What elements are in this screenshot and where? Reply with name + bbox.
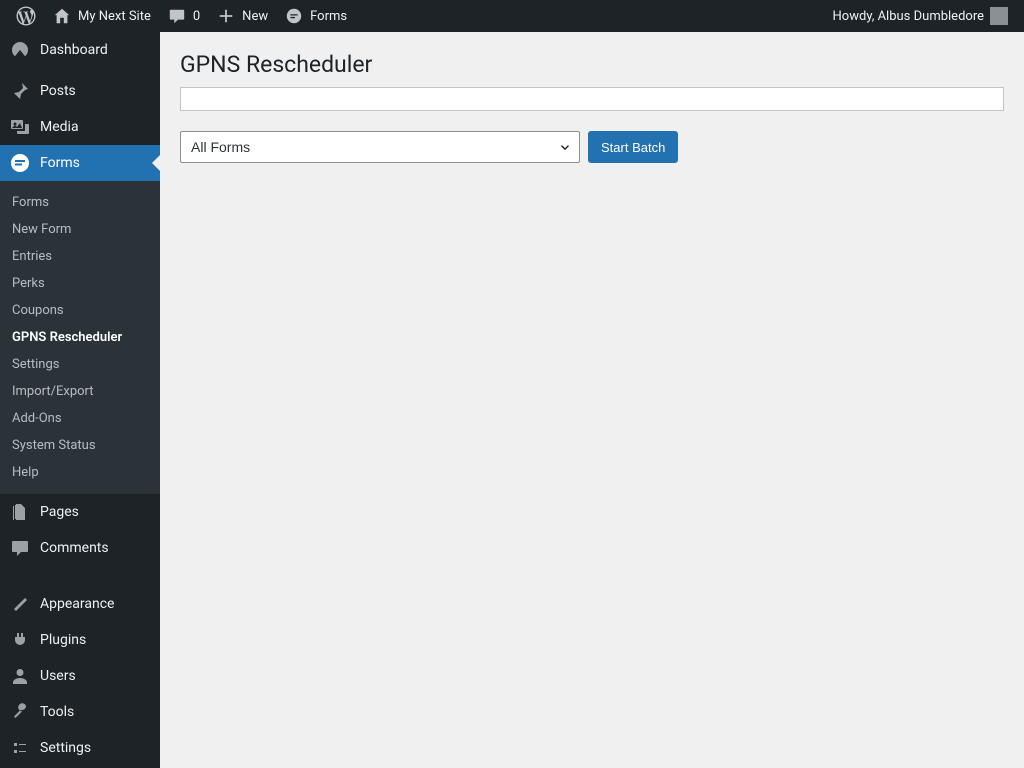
start-batch-button[interactable]: Start Batch [588, 131, 678, 163]
admin-sidebar: Dashboard Posts Media Forms Forms New Fo… [0, 32, 160, 768]
appearance-icon [10, 594, 30, 614]
menu-label: Tools [40, 704, 74, 720]
menu-label: Pages [40, 504, 79, 520]
menu-label: Forms [40, 155, 80, 171]
menu-settings[interactable]: Settings [0, 730, 160, 766]
page-title: GPNS Rescheduler [180, 42, 1004, 82]
form-select-wrap: All Forms [180, 131, 580, 163]
menu-label: Appearance [40, 596, 114, 612]
menu-forms[interactable]: Forms [0, 145, 160, 181]
menu-label: Comments [40, 540, 109, 556]
batch-controls: All Forms Start Batch [180, 131, 1004, 163]
submenu-gpns-rescheduler[interactable]: GPNS Rescheduler [0, 324, 160, 351]
menu-dashboard[interactable]: Dashboard [0, 32, 160, 68]
menu-label: Plugins [40, 632, 86, 648]
menu-posts[interactable]: Posts [0, 73, 160, 109]
wp-logo[interactable] [8, 0, 44, 32]
tools-icon [10, 702, 30, 722]
submenu-add-ons[interactable]: Add-Ons [0, 405, 160, 432]
submenu-settings[interactable]: Settings [0, 351, 160, 378]
menu-users[interactable]: Users [0, 658, 160, 694]
menu-label: Posts [40, 83, 76, 99]
form-select[interactable]: All Forms [180, 131, 580, 163]
plugin-icon [10, 630, 30, 650]
menu-appearance[interactable]: Appearance [0, 586, 160, 622]
settings-icon [10, 738, 30, 758]
submenu-forms[interactable]: Forms [0, 189, 160, 216]
avatar [990, 7, 1008, 25]
howdy-text: Howdy, Albus Dumbledore [833, 9, 984, 24]
menu-plugins[interactable]: Plugins [0, 622, 160, 658]
forms-toolbar-label: Forms [310, 9, 347, 24]
new-label: New [242, 9, 268, 24]
site-name-label: My Next Site [78, 9, 151, 24]
pin-icon [10, 81, 30, 101]
home-icon [52, 6, 72, 26]
user-icon [10, 666, 30, 686]
plus-icon [216, 6, 236, 26]
menu-label: Dashboard [40, 42, 108, 58]
forms-toolbar-link[interactable]: Forms [276, 0, 355, 32]
menu-label: Users [40, 668, 76, 684]
page-icon [10, 502, 30, 522]
menu-label: Settings [40, 740, 91, 756]
submenu-new-form[interactable]: New Form [0, 216, 160, 243]
comment-icon [10, 538, 30, 558]
forms-menu-icon [10, 153, 30, 173]
menu-label: Media [40, 119, 79, 135]
submenu-system-status[interactable]: System Status [0, 432, 160, 459]
main-content: GPNS Rescheduler All Forms Start Batch [160, 32, 1024, 768]
admin-bar: My Next Site 0 New Forms Howdy, Albus Du… [0, 0, 1024, 32]
submenu-coupons[interactable]: Coupons [0, 297, 160, 324]
submenu-entries[interactable]: Entries [0, 243, 160, 270]
menu-media[interactable]: Media [0, 109, 160, 145]
submenu-perks[interactable]: Perks [0, 270, 160, 297]
notice-bar [180, 87, 1004, 111]
my-account-link[interactable]: Howdy, Albus Dumbledore [825, 0, 1016, 32]
dashboard-icon [10, 40, 30, 60]
comments-count: 0 [193, 9, 200, 24]
site-name-link[interactable]: My Next Site [44, 0, 159, 32]
forms-icon [284, 6, 304, 26]
forms-submenu: Forms New Form Entries Perks Coupons GPN… [0, 181, 160, 494]
new-content-link[interactable]: New [208, 0, 276, 32]
comment-icon [167, 6, 187, 26]
wordpress-icon [16, 6, 36, 26]
media-icon [10, 117, 30, 137]
submenu-import-export[interactable]: Import/Export [0, 378, 160, 405]
menu-comments[interactable]: Comments [0, 530, 160, 566]
menu-tools[interactable]: Tools [0, 694, 160, 730]
menu-pages[interactable]: Pages [0, 494, 160, 530]
comments-link[interactable]: 0 [159, 0, 208, 32]
submenu-help[interactable]: Help [0, 459, 160, 486]
